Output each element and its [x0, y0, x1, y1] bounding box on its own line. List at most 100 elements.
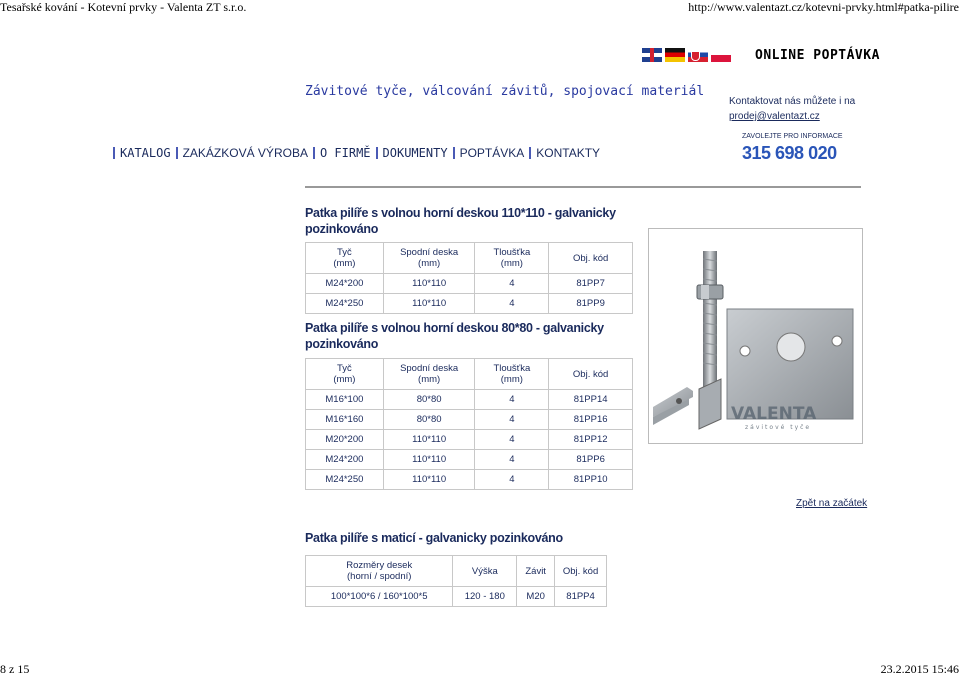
main-nav: KATALOG ZAKÁZKOVÁ VÝROBA O FIRMĚ DOKUMEN… [108, 146, 600, 160]
table-cell: 81PP6 [548, 449, 633, 470]
table-header-row: Rozměry desek (horní / spodní) Výška Závi… [304, 555, 607, 587]
table-cell: 110*110 [382, 293, 476, 314]
table-cell: M24*200 [305, 273, 384, 294]
table-row: M24*250 110*110 4 81PP9 [305, 293, 633, 314]
col-header: Výška [452, 555, 518, 587]
col-header: Tloušťka (mm) [474, 358, 550, 390]
table-cell: 110*110 [382, 273, 476, 294]
flag-polish-icon[interactable] [711, 48, 731, 62]
nav-separator [375, 147, 378, 159]
table-row: M16*160 80*80 4 81PP16 [305, 409, 633, 430]
table-cell: 110*110 [382, 469, 476, 490]
table-cell: 81PP7 [548, 273, 633, 294]
col-header: Rozměry desek (horní / spodní) [304, 555, 454, 587]
col-header: Tloušťka (mm) [474, 242, 550, 274]
table-row: M24*200 110*110 4 81PP7 [305, 273, 633, 294]
back-to-top-link[interactable]: Zpět na začátek [796, 498, 867, 509]
table-cell: M24*250 [305, 293, 384, 314]
watermark-subtext: závitové tyče [745, 424, 811, 431]
section2-table: Tyč (mm) Spodní deska (mm) Tloušťka (mm) Ob… [305, 358, 633, 490]
table-row: M24*200 110*110 4 81PP6 [305, 449, 633, 470]
table-row: M20*200 110*110 4 81PP12 [305, 429, 633, 450]
nav-separator [452, 147, 455, 159]
nav-separator [529, 147, 532, 159]
nav-item-katalog[interactable]: KATALOG [120, 146, 171, 160]
col-header: Obj. kód [548, 242, 633, 274]
nav-separator [113, 147, 115, 159]
section1-table: Tyč (mm) Spodní deska (mm) Tloušťka (mm) Ob… [305, 242, 633, 314]
watermark-text: VALENTA [731, 404, 817, 424]
col-header: Obj. kód [548, 358, 633, 390]
table-cell: 4 [474, 409, 550, 430]
flag-english-icon[interactable] [642, 48, 662, 62]
table-cell: 80*80 [382, 389, 476, 410]
table-cell: 81PP4 [554, 586, 607, 607]
col-header: Tyč (mm) [305, 358, 384, 390]
nav-item-poptavka[interactable]: POPTÁVKA [460, 146, 525, 160]
flag-german-icon[interactable] [665, 48, 685, 62]
site-tagline: Závitové tyče, válcování závitů, spojova… [305, 84, 705, 99]
col-header: Obj. kód [554, 555, 607, 587]
contact-block: Kontaktovat nás můžete i na prodej@valen… [729, 94, 855, 124]
col-header: Tyč (mm) [305, 242, 384, 274]
table-cell: 100*100*6 / 160*100*5 [304, 586, 454, 607]
table-cell: 4 [474, 389, 550, 410]
table-cell: 4 [474, 273, 550, 294]
language-switcher [642, 48, 731, 62]
print-doc-title: Tesařské kování - Kotevní prvky - Valent… [0, 0, 247, 14]
section2-title-line2: pozinkováno [305, 337, 379, 351]
table-row: M24*250 110*110 4 81PP10 [305, 469, 633, 490]
call-label: ZAVOLEJTE PRO INFORMACE [742, 133, 843, 140]
nav-item-dokumenty[interactable]: DOKUMENTY [383, 146, 448, 160]
table-cell: M20*200 [305, 429, 384, 450]
phone-number: 315 698 020 [742, 143, 837, 163]
product-image: VALENTA závitové tyče [648, 228, 863, 444]
table-cell: 4 [474, 429, 550, 450]
section2-title: Patka pilíře s volnou horní deskou 80*80… [305, 320, 604, 352]
table-cell: 4 [474, 469, 550, 490]
table-cell: M16*160 [305, 409, 384, 430]
nav-item-kontakty[interactable]: KONTAKTY [536, 146, 600, 160]
table-header-row: Tyč (mm) Spodní deska (mm) Tloušťka (mm) Ob… [305, 358, 633, 390]
table-cell: 4 [474, 449, 550, 470]
section1-title-line2: pozinkováno [305, 222, 379, 236]
nav-separator [312, 147, 315, 159]
section3-table: Rozměry desek (horní / spodní) Výška Závi… [304, 555, 607, 607]
contact-text: Kontaktovat nás můžete i na [729, 96, 856, 107]
col-header: Závit [516, 555, 556, 587]
table-row: M16*100 80*80 4 81PP14 [305, 389, 633, 410]
table-cell: 81PP14 [548, 389, 633, 410]
header-divider [305, 186, 861, 188]
table-cell: M24*250 [305, 469, 384, 490]
online-inquiry-link[interactable]: ONLINE POPTÁVKA [755, 48, 880, 63]
table-cell: 81PP12 [548, 429, 633, 450]
table-cell: 4 [474, 293, 550, 314]
table-cell: 110*110 [382, 449, 476, 470]
table-cell: M24*200 [305, 449, 384, 470]
table-cell: M20 [516, 586, 556, 607]
table-header-row: Tyč (mm) Spodní deska (mm) Tloušťka (mm) Ob… [305, 242, 633, 274]
flag-slovak-icon[interactable] [688, 48, 708, 62]
section1-title: Patka pilíře s volnou horní deskou 110*1… [305, 205, 616, 237]
print-url: http://www.valentazt.cz/kotevni-prvky.ht… [688, 0, 959, 14]
pillar-base-illustration: VALENTA závitové tyče [653, 251, 854, 431]
section3-title: Patka pilíře s maticí - galvanicky pozin… [305, 531, 563, 545]
print-datetime: 23.2.2015 15:46 [880, 662, 959, 676]
table-cell: 120 - 180 [452, 586, 518, 607]
nav-item-o-firme[interactable]: O FIRMĚ [320, 146, 371, 160]
print-page-number: 8 z 15 [0, 662, 30, 676]
table-row: 100*100*6 / 160*100*5 120 - 180 M20 81PP… [304, 586, 607, 607]
contact-email-link[interactable]: prodej@valentazt.cz [729, 111, 820, 122]
col-header: Spodní deska (mm) [382, 242, 476, 274]
nav-separator [175, 147, 178, 159]
table-cell: 80*80 [382, 409, 476, 430]
table-cell: 81PP9 [548, 293, 633, 314]
table-cell: 81PP16 [548, 409, 633, 430]
section1-title-line1: Patka pilíře s volnou horní deskou 110*1… [305, 206, 616, 220]
nav-item-zakazkova-vyroba[interactable]: ZAKÁZKOVÁ VÝROBA [183, 146, 308, 160]
section2-title-line1: Patka pilíře s volnou horní deskou 80*80… [305, 321, 604, 335]
table-cell: M16*100 [305, 389, 384, 410]
table-cell: 81PP10 [548, 469, 633, 490]
col-header: Spodní deska (mm) [382, 358, 476, 390]
table-cell: 110*110 [382, 429, 476, 450]
